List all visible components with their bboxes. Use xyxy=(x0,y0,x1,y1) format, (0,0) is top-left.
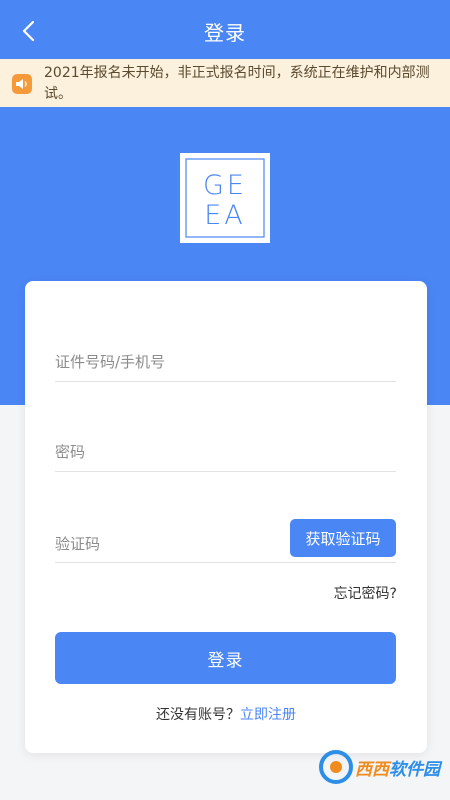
watermark-icon xyxy=(319,750,353,784)
login-card: 获取验证码 忘记密码? 登录 还没有账号？立即注册 xyxy=(25,281,427,753)
forgot-password-link[interactable]: 忘记密码? xyxy=(334,583,397,603)
register-link[interactable]: 立即注册 xyxy=(240,707,296,723)
watermark-text: 西西软件园 xyxy=(355,759,440,780)
password-field-row xyxy=(55,426,396,472)
get-code-button[interactable]: 获取验证码 xyxy=(290,519,396,557)
speaker-icon xyxy=(12,74,32,94)
id-input[interactable] xyxy=(55,353,285,371)
password-input[interactable] xyxy=(55,443,285,461)
login-button[interactable]: 登录 xyxy=(55,632,396,684)
register-row: 还没有账号？立即注册 xyxy=(25,704,427,724)
logo-text-line-2: EA xyxy=(204,200,246,231)
watermark-logo: 西西软件园 xyxy=(319,750,440,784)
code-field-row: 获取验证码 xyxy=(55,519,396,563)
back-button[interactable] xyxy=(14,16,42,46)
logo-text-line-1: GE xyxy=(203,170,247,201)
page-title: 登录 xyxy=(204,20,246,45)
code-input[interactable] xyxy=(55,535,285,553)
id-field-row xyxy=(55,336,396,382)
notice-text: 2021年报名未开始，非正式报名时间，系统正在维护和内部测试。 xyxy=(44,65,430,102)
top-bar: 登录 xyxy=(0,0,450,62)
notice-banner: 2021年报名未开始，非正式报名时间，系统正在维护和内部测试。 xyxy=(0,59,450,107)
app-logo: GE EA xyxy=(180,153,270,243)
no-account-text: 还没有账号？ xyxy=(156,707,240,723)
chevron-left-icon xyxy=(22,20,35,42)
